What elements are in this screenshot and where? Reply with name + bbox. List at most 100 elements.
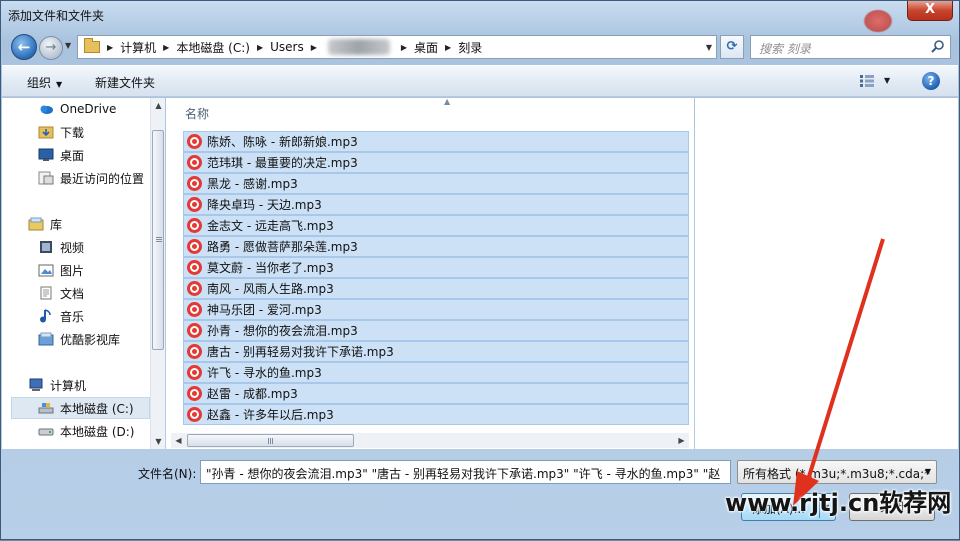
scroll-up-arrow-icon[interactable]: ▲ (151, 98, 166, 113)
navigation-bar: ← → ▼ ▶ 计算机 ▶ 本地磁盘 (C:) ▶ Users ▶ ▶ 桌面 ▶… (1, 31, 959, 63)
breadcrumb-desktop[interactable]: 桌面 (414, 39, 438, 56)
breadcrumb-drive-c[interactable]: 本地磁盘 (C:) (176, 39, 250, 56)
organize-label: 组织 (27, 76, 52, 90)
column-header-name[interactable]: 名称 (185, 105, 209, 122)
file-list-pane: 名称 ▲ 陈娇、陈咏 - 新郎新娘.mp3 范玮琪 - 最重要的决定.mp3 黑龙 … (166, 97, 694, 449)
blurred-username[interactable] (327, 39, 390, 55)
computer-icon (29, 378, 43, 391)
chevron-right-icon[interactable]: ▶ (401, 43, 407, 52)
cloud-icon (40, 105, 53, 114)
file-row[interactable]: 黑龙 - 感谢.mp3 (183, 173, 689, 194)
file-row[interactable]: 路勇 - 愿做菩萨那朵莲.mp3 (183, 236, 689, 257)
sidebar-item-label: 音乐 (60, 309, 85, 324)
file-name: 莫文蔚 - 当你老了.mp3 (207, 261, 334, 275)
netease-music-file-icon (187, 239, 202, 254)
file-row[interactable]: 金志文 - 远走高飞.mp3 (183, 215, 689, 236)
sidebar-item-label: OneDrive (60, 102, 117, 116)
file-row[interactable]: 莫文蔚 - 当你老了.mp3 (183, 257, 689, 278)
sidebar-item-label: 图片 (60, 263, 85, 278)
navigation-pane-scrollbar[interactable]: ▲ ▼ (150, 98, 165, 449)
scrollbar-thumb[interactable] (187, 434, 354, 447)
file-row[interactable]: 南风 - 风雨人生路.mp3 (183, 278, 689, 299)
file-name: 神马乐团 - 爱河.mp3 (207, 303, 322, 317)
file-list-hscrollbar[interactable]: ◀ ▶ (171, 433, 689, 448)
netease-music-file-icon (187, 197, 202, 212)
file-row[interactable]: 赵鑫 - 许多年以后.mp3 (183, 404, 689, 425)
scroll-right-arrow-icon[interactable]: ▶ (674, 433, 689, 448)
search-input[interactable]: 搜索 刻录 (750, 35, 951, 59)
desktop-background-fragment (863, 9, 893, 33)
recent-places-icon (38, 171, 54, 185)
back-button[interactable]: ← (11, 34, 37, 60)
change-view-icon[interactable] (860, 75, 874, 87)
file-type-select[interactable]: 所有格式 (*.m3u;*.m3u8;*.cda;* ▼ (737, 460, 937, 484)
view-options-dropdown[interactable]: ▼ (884, 76, 890, 85)
file-name: 金志文 - 远走高飞.mp3 (207, 219, 334, 233)
file-name: 降央卓玛 - 天边.mp3 (207, 198, 322, 212)
file-type-value: 所有格式 (*.m3u;*.m3u8;*.cda;* (743, 467, 931, 481)
documents-icon (40, 286, 52, 300)
help-icon[interactable]: ? (922, 72, 940, 90)
folder-icon (84, 38, 100, 53)
file-name: 陈娇、陈咏 - 新郎新娘.mp3 (207, 135, 358, 149)
file-row[interactable]: 许飞 - 寻水的鱼.mp3 (183, 362, 689, 383)
sidebar-item-label: 下载 (60, 125, 85, 140)
netease-music-file-icon (187, 176, 202, 191)
netease-music-file-icon (187, 302, 202, 317)
recent-pages-dropdown[interactable]: ▼ (65, 41, 71, 50)
forward-button[interactable]: → (39, 36, 63, 60)
pictures-icon (38, 264, 54, 277)
breadcrumb-users[interactable]: Users (270, 40, 304, 54)
command-toolbar: 组织 ▼ 新建文件夹 ▼ ? (2, 65, 958, 97)
chevron-right-icon[interactable]: ▶ (445, 43, 451, 52)
file-row[interactable]: 陈娇、陈咏 - 新郎新娘.mp3 (183, 131, 689, 152)
filename-label: 文件名(N): (138, 467, 197, 481)
file-name: 黑龙 - 感谢.mp3 (207, 177, 298, 191)
sidebar-item-label: 库 (50, 217, 63, 232)
drive-c-icon (38, 403, 54, 414)
scroll-left-arrow-icon[interactable]: ◀ (171, 433, 186, 448)
file-row[interactable]: 唐古 - 别再轻易对我许下承诺.mp3 (183, 341, 689, 362)
site-watermark: www.rjtj.cn软荐网 (725, 489, 952, 517)
file-name: 范玮琪 - 最重要的决定.mp3 (207, 156, 358, 170)
netease-music-file-icon (187, 155, 202, 170)
file-row[interactable]: 范玮琪 - 最重要的决定.mp3 (183, 152, 689, 173)
file-row[interactable]: 神马乐团 - 爱河.mp3 (183, 299, 689, 320)
close-window-button[interactable]: X (907, 1, 953, 21)
file-name: 孙青 - 想你的夜会流泪.mp3 (207, 324, 358, 338)
sort-ascending-icon: ▲ (444, 97, 451, 106)
file-name: 赵鑫 - 许多年以后.mp3 (207, 408, 334, 422)
search-icon[interactable] (931, 39, 945, 53)
chevron-right-icon[interactable]: ▶ (257, 43, 263, 52)
filename-field[interactable]: "孙青 - 想你的夜会流泪.mp3" "唐古 - 别再轻易对我许下承诺.mp3"… (200, 460, 731, 484)
sidebar-item-drive-c[interactable]: 本地磁盘 (C:) (11, 397, 150, 419)
title-bar: 添加文件和文件夹 X (1, 1, 959, 33)
organize-button[interactable]: 组织 ▼ (27, 74, 62, 91)
file-row[interactable]: 降央卓玛 - 天边.mp3 (183, 194, 689, 215)
scroll-down-arrow-icon[interactable]: ▼ (151, 434, 166, 449)
address-history-dropdown[interactable]: ▼ (706, 43, 712, 52)
file-row[interactable]: 赵雷 - 成都.mp3 (183, 383, 689, 404)
chevron-right-icon[interactable]: ▶ (107, 43, 113, 52)
downloads-folder-icon (38, 126, 54, 139)
netease-music-file-icon (187, 260, 202, 275)
netease-music-file-icon (187, 386, 202, 401)
sidebar-item-label: 本地磁盘 (C:) (60, 401, 134, 416)
refresh-button[interactable]: ⟳ (720, 35, 744, 59)
new-folder-button[interactable]: 新建文件夹 (95, 74, 155, 91)
libraries-icon (28, 217, 44, 231)
breadcrumb-burn[interactable]: 刻录 (458, 39, 482, 56)
scrollbar-thumb[interactable] (152, 130, 164, 350)
chevron-right-icon[interactable]: ▶ (311, 43, 317, 52)
file-row[interactable]: 孙青 - 想你的夜会流泪.mp3 (183, 320, 689, 341)
netease-music-file-icon (187, 344, 202, 359)
drive-d-icon (38, 428, 54, 436)
netease-music-file-icon (187, 134, 202, 149)
chevron-right-icon[interactable]: ▶ (163, 43, 169, 52)
address-bar[interactable]: ▶ 计算机 ▶ 本地磁盘 (C:) ▶ Users ▶ ▶ 桌面 ▶ 刻录 ▼ (77, 35, 717, 59)
sidebar-item-label: 桌面 (60, 148, 85, 163)
netease-music-file-icon (187, 218, 202, 233)
breadcrumb-computer[interactable]: 计算机 (120, 39, 156, 56)
sidebar-item-label: 本地磁盘 (D:) (60, 424, 135, 439)
file-name: 赵雷 - 成都.mp3 (207, 387, 298, 401)
